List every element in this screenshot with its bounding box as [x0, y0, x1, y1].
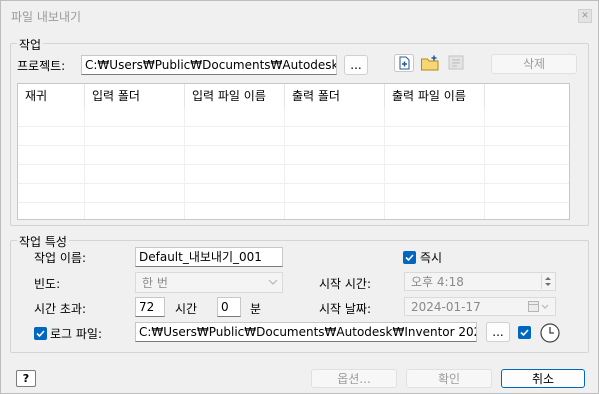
export-files-dialog: 파일 내보내기 ✕ 작업 프로젝트: C:₩Users₩Public₩Docum… — [0, 0, 599, 394]
start-time-label: 시작 시간: — [319, 277, 372, 291]
log-file-label: 로그 파일: — [50, 327, 103, 341]
delete-button[interactable]: 삭제 — [491, 54, 577, 74]
task-group-label: 작업 — [17, 36, 44, 53]
start-date-picker[interactable]: 2024-01-17 — [404, 297, 556, 316]
project-label: 프로젝트: — [17, 59, 66, 73]
start-date-value: 2024-01-17 — [411, 300, 481, 314]
edit-task-button[interactable] — [447, 54, 467, 72]
log-file-browse-button[interactable]: ... — [486, 322, 510, 342]
project-browse-button[interactable]: ... — [344, 55, 368, 75]
minutes-unit-label: 분 — [250, 302, 262, 316]
start-date-label: 시작 날짜: — [319, 302, 372, 316]
empty-row — [18, 184, 569, 203]
immediate-checkbox[interactable] — [403, 251, 416, 264]
column-header-recursive[interactable]: 재귀 — [18, 84, 85, 108]
help-button[interactable]: ? — [16, 370, 36, 387]
immediate-label: 즉시 — [420, 251, 443, 265]
column-header-input-folder[interactable]: 입력 폴더 — [85, 84, 185, 108]
column-header-output-file-name[interactable]: 출력 파일 이름 — [385, 84, 485, 108]
grid-line — [384, 108, 385, 219]
clock-icon — [540, 323, 560, 343]
task-name-label: 작업 이름: — [34, 251, 87, 265]
project-path-field[interactable]: C:₩Users₩Public₩Documents₩Autodesk₩ — [81, 55, 337, 75]
schedule-button[interactable] — [539, 322, 561, 344]
edit-task-icon — [448, 55, 464, 70]
add-file-icon — [394, 54, 414, 72]
frequency-value: 한 번 — [142, 276, 168, 290]
grid-line — [284, 108, 285, 219]
close-button[interactable]: ✕ — [578, 9, 592, 23]
hours-unit-label: 시간 — [175, 302, 198, 316]
frequency-label: 빈도: — [34, 277, 61, 291]
frequency-dropdown[interactable]: 한 번 — [135, 272, 283, 293]
checkmark-icon — [520, 329, 529, 337]
task-list[interactable]: 재귀 입력 폴더 입력 파일 이름 출력 폴더 출력 파일 이름 — [17, 83, 570, 220]
empty-row — [18, 108, 569, 127]
log-file-path-field[interactable]: C:₩Users₩Public₩Documents₩Autodesk₩Inven… — [135, 322, 477, 342]
grid-line — [484, 108, 485, 219]
column-header-output-folder[interactable]: 출력 폴더 — [285, 84, 385, 108]
task-properties-label: 작업 특성 — [17, 233, 69, 250]
column-header-input-file-name[interactable]: 입력 파일 이름 — [185, 84, 285, 108]
add-task-button[interactable] — [394, 54, 414, 72]
empty-row — [18, 165, 569, 184]
window-title: 파일 내보내기 — [11, 10, 82, 24]
task-name-field[interactable]: Default_내보내기_001 — [135, 247, 283, 267]
options-button[interactable]: 옵션... — [311, 369, 397, 388]
timeout-hours-field[interactable]: 72 — [135, 297, 165, 317]
close-icon: ✕ — [581, 11, 589, 21]
start-time-spinner[interactable] — [541, 274, 554, 289]
timeout-label: 시간 초과: — [34, 302, 87, 316]
title-bar[interactable]: 파일 내보내기 ✕ — [1, 1, 598, 31]
empty-row — [18, 127, 569, 146]
checkmark-icon — [36, 330, 45, 338]
empty-row — [18, 146, 569, 165]
grid-line — [184, 108, 185, 219]
start-time-value: 오후 4:18 — [411, 275, 464, 289]
log-file-checkbox[interactable] — [34, 327, 47, 340]
cancel-button[interactable]: 취소 — [501, 369, 585, 388]
add-folder-icon — [421, 55, 439, 71]
timeout-minutes-field[interactable]: 0 — [217, 297, 241, 317]
checkmark-icon — [405, 254, 414, 262]
ok-button[interactable]: 확인 — [406, 369, 492, 388]
grid-line — [84, 108, 85, 219]
add-folder-button[interactable] — [420, 54, 440, 72]
start-time-picker[interactable]: 오후 4:18 — [404, 272, 556, 291]
schedule-checkbox[interactable] — [518, 326, 531, 339]
calendar-icon — [528, 301, 549, 312]
spin-arrows-icon — [545, 277, 551, 286]
chevron-down-icon — [268, 279, 278, 285]
task-list-header: 재귀 입력 폴더 입력 파일 이름 출력 폴더 출력 파일 이름 — [18, 84, 569, 108]
help-icon: ? — [22, 372, 30, 385]
